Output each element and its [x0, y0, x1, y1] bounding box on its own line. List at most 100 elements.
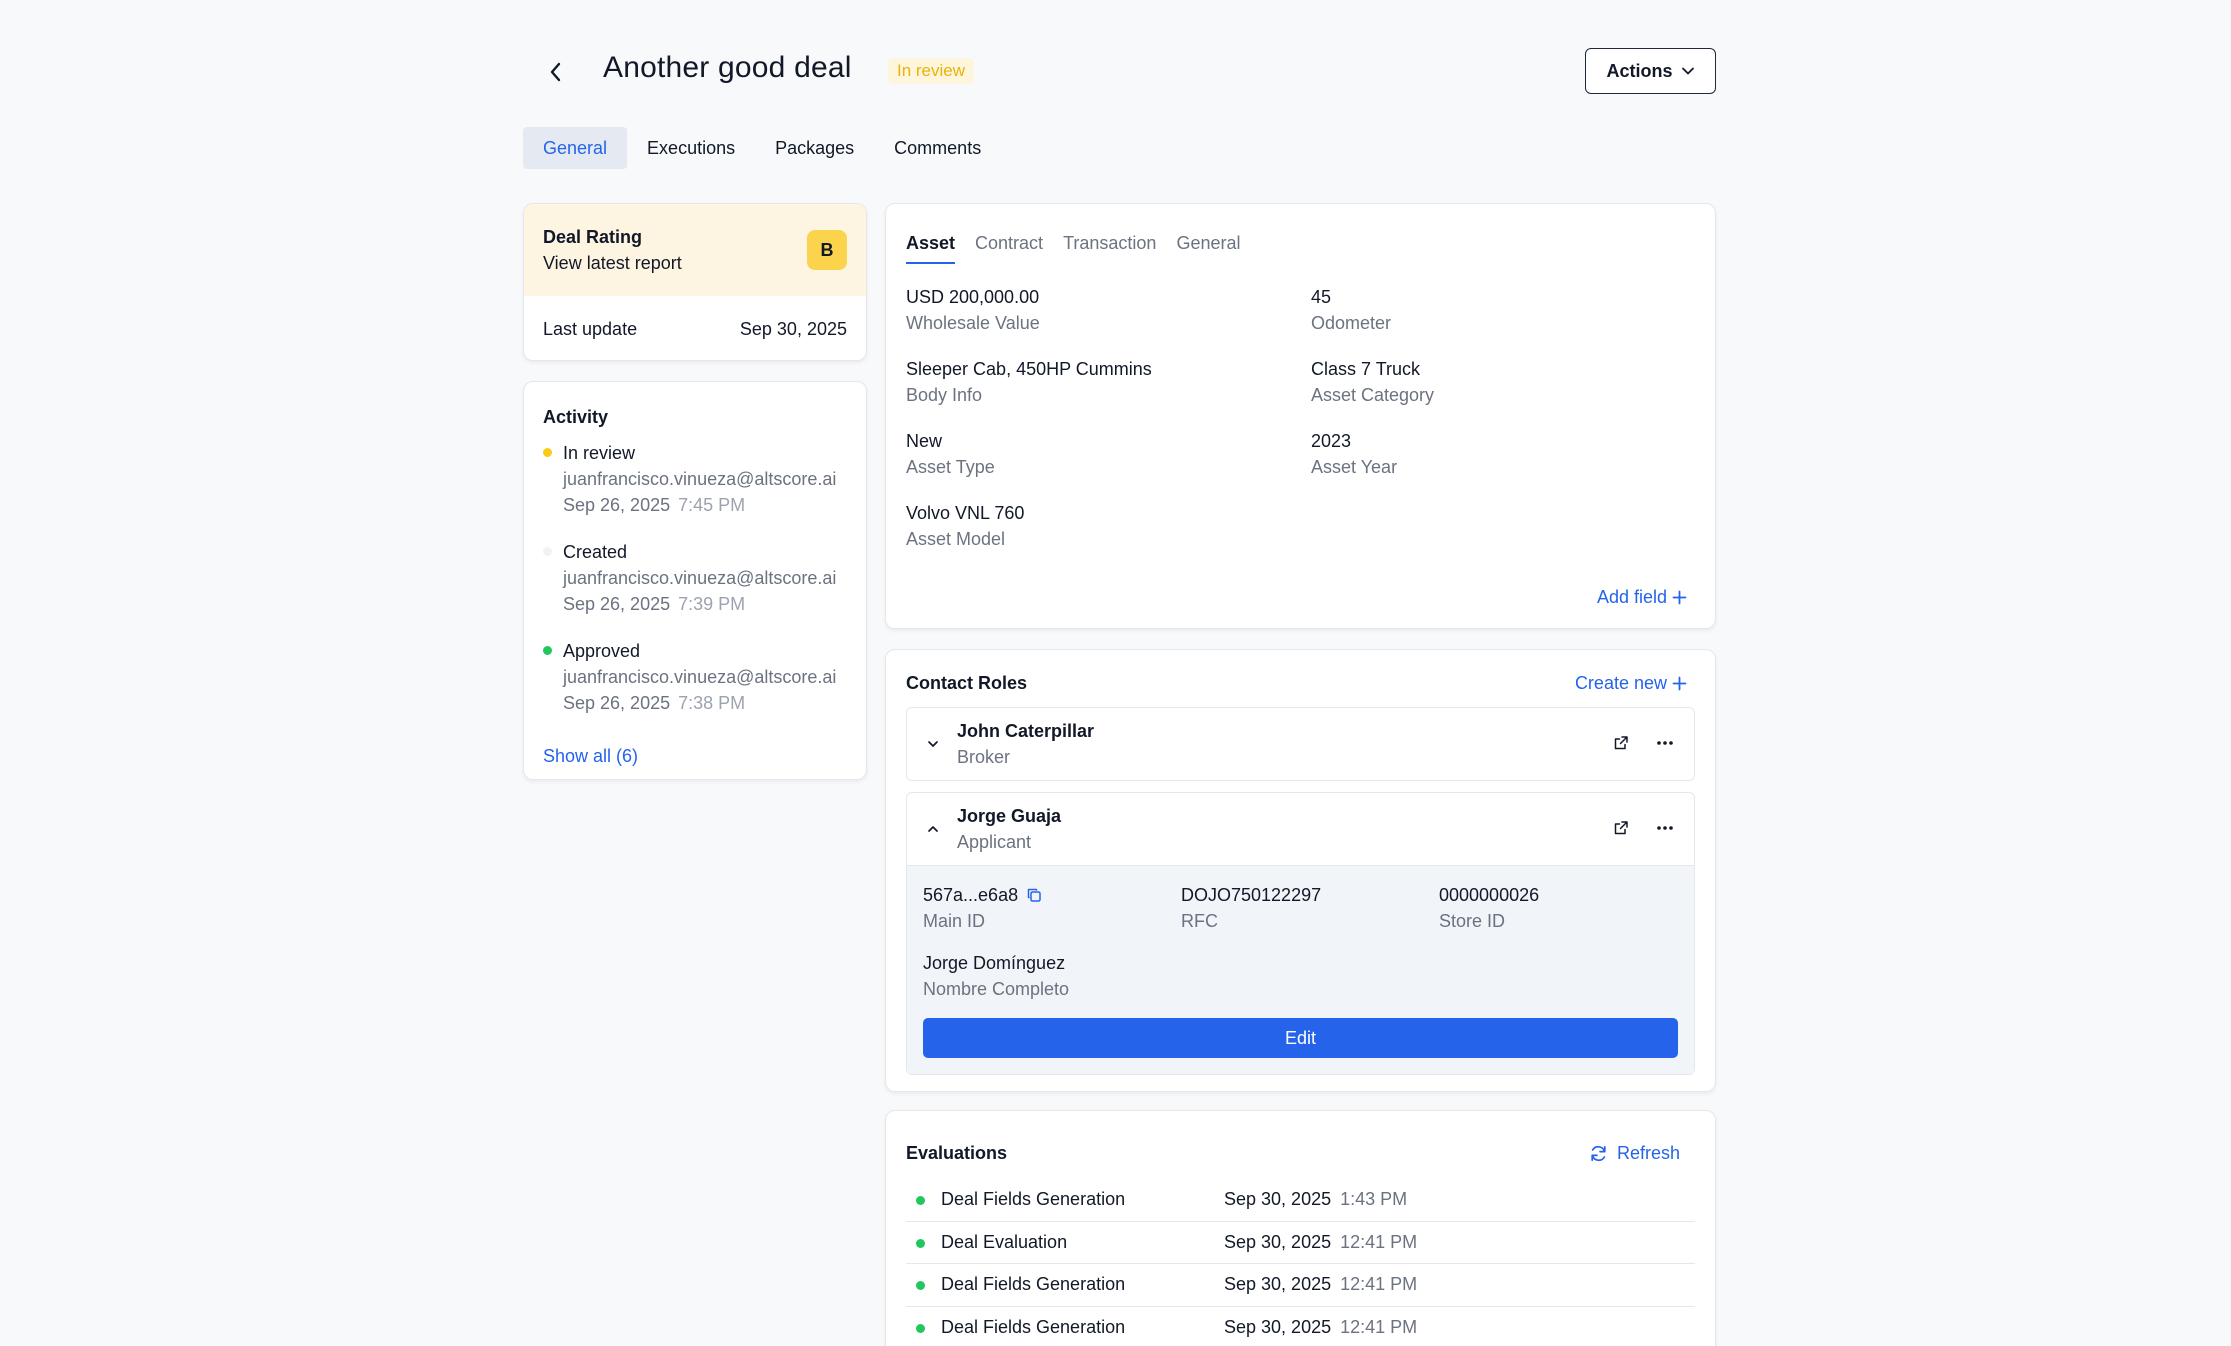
plus-icon: [1672, 676, 1687, 690]
status-dot: [916, 1238, 925, 1248]
evaluation-row[interactable]: Deal Fields Generation Sep 30, 2025 1:43…: [906, 1179, 1695, 1222]
copy-button[interactable]: [1026, 887, 1042, 903]
asset-fields: USD 200,000.00 Wholesale Value 45 Odometer…: [906, 284, 1695, 552]
more-horizontal-icon: [1657, 826, 1673, 830]
field-value: Class 7 Truck: [1311, 359, 1421, 379]
activity-email: juanfrancisco.vinueza@altscore.ai: [563, 469, 837, 489]
field-value: 2023: [1311, 431, 1352, 451]
activity-date: Sep 26, 2025: [563, 693, 671, 713]
field-label: Odometer: [1311, 313, 1392, 333]
store-id-value: 0000000026: [1439, 885, 1540, 905]
contact-detail-fields: 567a...e6a8 Main ID DOJO750122297 RFC 00…: [923, 882, 1678, 1002]
evaluations-header: Evaluations Refresh: [906, 1140, 1695, 1166]
create-new-button[interactable]: Create new: [1575, 673, 1687, 694]
tab-packages[interactable]: Packages: [755, 127, 874, 169]
activity-item: Approved juanfrancisco.vinueza@altscore.…: [543, 638, 847, 716]
add-field-label: Add field: [1596, 587, 1667, 607]
field-value: USD 200,000.00: [906, 287, 1040, 307]
evaluations-title: Evaluations: [906, 1143, 1008, 1163]
field-value: Volvo VNL 760: [906, 503, 1025, 523]
contact-details: 567a...e6a8 Main ID DOJO750122297 RFC 00…: [907, 865, 1694, 1074]
asset-field: 45 Odometer: [1311, 284, 1711, 336]
refresh-icon: [1591, 1145, 1606, 1161]
asset-field: New Asset Type: [906, 428, 1311, 480]
status-dot: [916, 1196, 925, 1205]
open-external-button[interactable]: [1610, 817, 1632, 839]
deal-page: Another good deal In review Actions Gene…: [523, 0, 1716, 1346]
field-value: 45: [1311, 287, 1332, 307]
activity-status: Approved: [563, 641, 641, 661]
more-options-button[interactable]: [1654, 732, 1676, 754]
contact-name: Jorge Guaja: [957, 806, 1062, 826]
evaluation-date: Sep 30, 2025: [1224, 1189, 1332, 1210]
collapse-toggle[interactable]: [923, 819, 943, 839]
evaluation-name: Deal Evaluation: [941, 1231, 1068, 1252]
status-dot: [543, 646, 552, 655]
more-options-button[interactable]: [1654, 817, 1676, 839]
open-external-button[interactable]: [1610, 732, 1632, 754]
tab-general-info[interactable]: General: [1176, 230, 1240, 264]
last-update-row: Last update Sep 30, 2025: [524, 296, 866, 360]
main-tabs: General Executions Packages Comments: [523, 127, 1001, 169]
asset-field: Sleeper Cab, 450HP Cummins Body Info: [906, 356, 1311, 408]
activity-card: Activity In review juanfrancisco.vinueza…: [523, 381, 867, 780]
status-badge: In review: [888, 58, 975, 84]
edit-button[interactable]: Edit: [923, 1018, 1678, 1058]
asset-field: 2023 Asset Year: [1311, 428, 1711, 480]
external-link-icon: [1614, 736, 1628, 750]
actions-button-label: Actions: [1606, 60, 1673, 81]
expand-toggle[interactable]: [923, 734, 943, 754]
status-dot: [916, 1323, 925, 1333]
evaluations-card: Evaluations Refresh Deal Fields Generati…: [885, 1110, 1716, 1346]
deal-rating-title: Deal Rating: [543, 227, 643, 247]
chevron-up-icon: [928, 826, 938, 832]
evaluation-name: Deal Fields Generation: [941, 1316, 1126, 1337]
tab-transaction[interactable]: Transaction: [1063, 230, 1156, 264]
store-id-label: Store ID: [1439, 911, 1506, 931]
copy-icon: [1027, 888, 1041, 902]
evaluation-date: Sep 30, 2025: [1224, 1316, 1332, 1337]
tab-asset[interactable]: Asset: [906, 230, 956, 264]
plus-icon: [1672, 590, 1687, 605]
tab-contract[interactable]: Contract: [975, 230, 1043, 264]
refresh-button[interactable]: Refresh: [1589, 1143, 1680, 1164]
evaluation-time: 12:41 PM: [1340, 1274, 1418, 1295]
contact-actions: [1610, 817, 1676, 839]
main-id-field: 567a...e6a8 Main ID: [923, 882, 1181, 934]
view-latest-report-link[interactable]: View latest report: [543, 250, 847, 276]
evaluation-row[interactable]: Deal Fields Generation Sep 30, 2025 12:4…: [906, 1307, 1695, 1346]
field-label: Wholesale Value: [906, 313, 1040, 333]
activity-item: In review juanfrancisco.vinueza@altscore…: [543, 440, 847, 518]
refresh-label: Refresh: [1616, 1142, 1680, 1163]
show-all-activity-link[interactable]: Show all (6): [543, 746, 638, 767]
rfc-label: RFC: [1181, 911, 1218, 931]
status-dot: [916, 1281, 925, 1290]
field-label: Asset Year: [1311, 457, 1398, 477]
evaluation-date: Sep 30, 2025: [1224, 1231, 1332, 1252]
evaluation-time: 1:43 PM: [1340, 1189, 1408, 1210]
actions-button[interactable]: Actions: [1585, 48, 1716, 94]
contact-role: Applicant: [957, 832, 1032, 852]
chevron-left-icon: [550, 62, 561, 82]
page-title: Another good deal: [603, 51, 852, 84]
last-update-value: Sep 30, 2025: [739, 318, 847, 339]
contact-roles-card: Contact Roles Create new John Caterpilla…: [885, 649, 1716, 1092]
evaluation-row[interactable]: Deal Fields Generation Sep 30, 2025 12:4…: [906, 1264, 1695, 1307]
tab-comments[interactable]: Comments: [874, 127, 1001, 169]
field-value: New: [906, 431, 943, 451]
asset-field: Class 7 Truck Asset Category: [1311, 356, 1711, 408]
main-id-label: Main ID: [923, 911, 986, 931]
field-label: Asset Type: [906, 457, 995, 477]
tab-general[interactable]: General: [523, 127, 628, 169]
evaluation-name: Deal Fields Generation: [941, 1189, 1126, 1210]
deal-rating-header: Deal Rating View latest report B: [524, 204, 866, 296]
evaluation-row[interactable]: Deal Evaluation Sep 30, 2025 12:41 PM: [906, 1222, 1695, 1264]
contact-roles-header: Contact Roles Create new: [906, 670, 1695, 696]
store-id-field: 0000000026 Store ID: [1439, 882, 1679, 934]
add-field-button[interactable]: Add field: [1597, 587, 1687, 608]
contact-roles-title: Contact Roles: [906, 673, 1028, 693]
back-button[interactable]: [541, 57, 571, 87]
evaluation-date: Sep 30, 2025: [1224, 1274, 1332, 1295]
tab-executions[interactable]: Executions: [627, 127, 755, 169]
asset-field: Volvo VNL 760 Asset Model: [906, 500, 1311, 552]
